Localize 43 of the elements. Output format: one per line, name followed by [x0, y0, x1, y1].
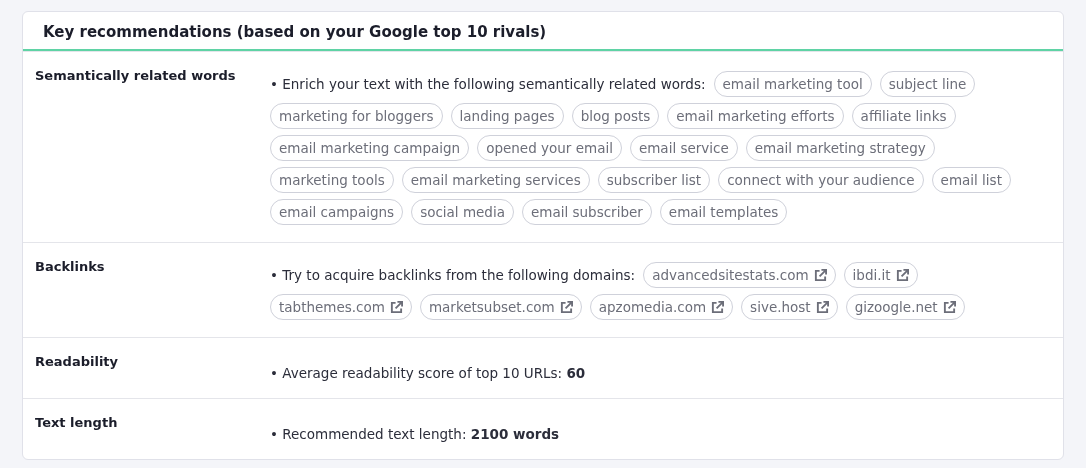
- keyword-tag: affiliate links: [851, 103, 956, 129]
- external-link-icon: [813, 268, 827, 282]
- keyword-tag: subscriber list: [597, 167, 711, 193]
- keyword-tag: email templates: [659, 199, 788, 225]
- external-link-icon: [711, 300, 725, 314]
- domain-link[interactable]: apzomedia.com: [589, 294, 734, 320]
- row-label: Readability: [35, 353, 120, 371]
- keyword-tag: email service: [629, 135, 738, 161]
- row-label: Backlinks: [35, 258, 106, 276]
- external-link-icon: [389, 300, 403, 314]
- domain-link[interactable]: tabthemes.com: [270, 294, 412, 320]
- keyword-tag: opened your email: [477, 135, 622, 161]
- keyword-tag: email marketing strategy: [745, 135, 935, 161]
- external-link-icon: [895, 268, 909, 282]
- keyword-tag: subject line: [879, 71, 976, 97]
- keyword-tag: blog posts: [571, 103, 660, 129]
- instruction-text: • Enrich your text with the following semantically related words:: [270, 76, 706, 92]
- keyword-tag: email list: [931, 167, 1011, 193]
- keyword-tag: email marketing services: [401, 167, 590, 193]
- recommendation-text: • Average readability score of top 10 URLs: 60: [270, 364, 587, 381]
- instruction-text: • Try to acquire backlinks from the following domains:: [270, 267, 636, 283]
- keyword-tag: marketing for bloggers: [270, 103, 443, 129]
- recommendation-text: • Recommended text length: 2100 words: [270, 425, 561, 442]
- keyword-tag: email campaigns: [270, 199, 404, 225]
- keyword-tag: landing pages: [450, 103, 564, 129]
- domain-link[interactable]: gizoogle.net: [845, 294, 965, 320]
- keyword-tag: email subscriber: [521, 199, 652, 225]
- domain-link[interactable]: sive.host: [741, 294, 838, 320]
- external-link-icon: [942, 300, 956, 314]
- domain-link[interactable]: ibdi.it: [843, 262, 918, 288]
- keyword-tag: email marketing campaign: [270, 135, 470, 161]
- card-title: Key recommendations (based on your Google top 10 rivals): [23, 12, 1063, 51]
- keyword-tag: social media: [411, 199, 514, 225]
- external-link-icon: [559, 300, 573, 314]
- keyword-tag: email marketing tool: [713, 71, 872, 97]
- domain-link[interactable]: marketsubset.com: [419, 294, 582, 320]
- keyword-tag: email marketing efforts: [667, 103, 844, 129]
- domain-link[interactable]: advancedsitestats.com: [643, 262, 836, 288]
- keyword-tag: connect with your audience: [718, 167, 924, 193]
- row-label: Text length: [35, 414, 119, 432]
- row-label: Semantically related words: [35, 67, 237, 85]
- external-link-icon: [815, 300, 829, 314]
- keyword-tag: marketing tools: [270, 167, 394, 193]
